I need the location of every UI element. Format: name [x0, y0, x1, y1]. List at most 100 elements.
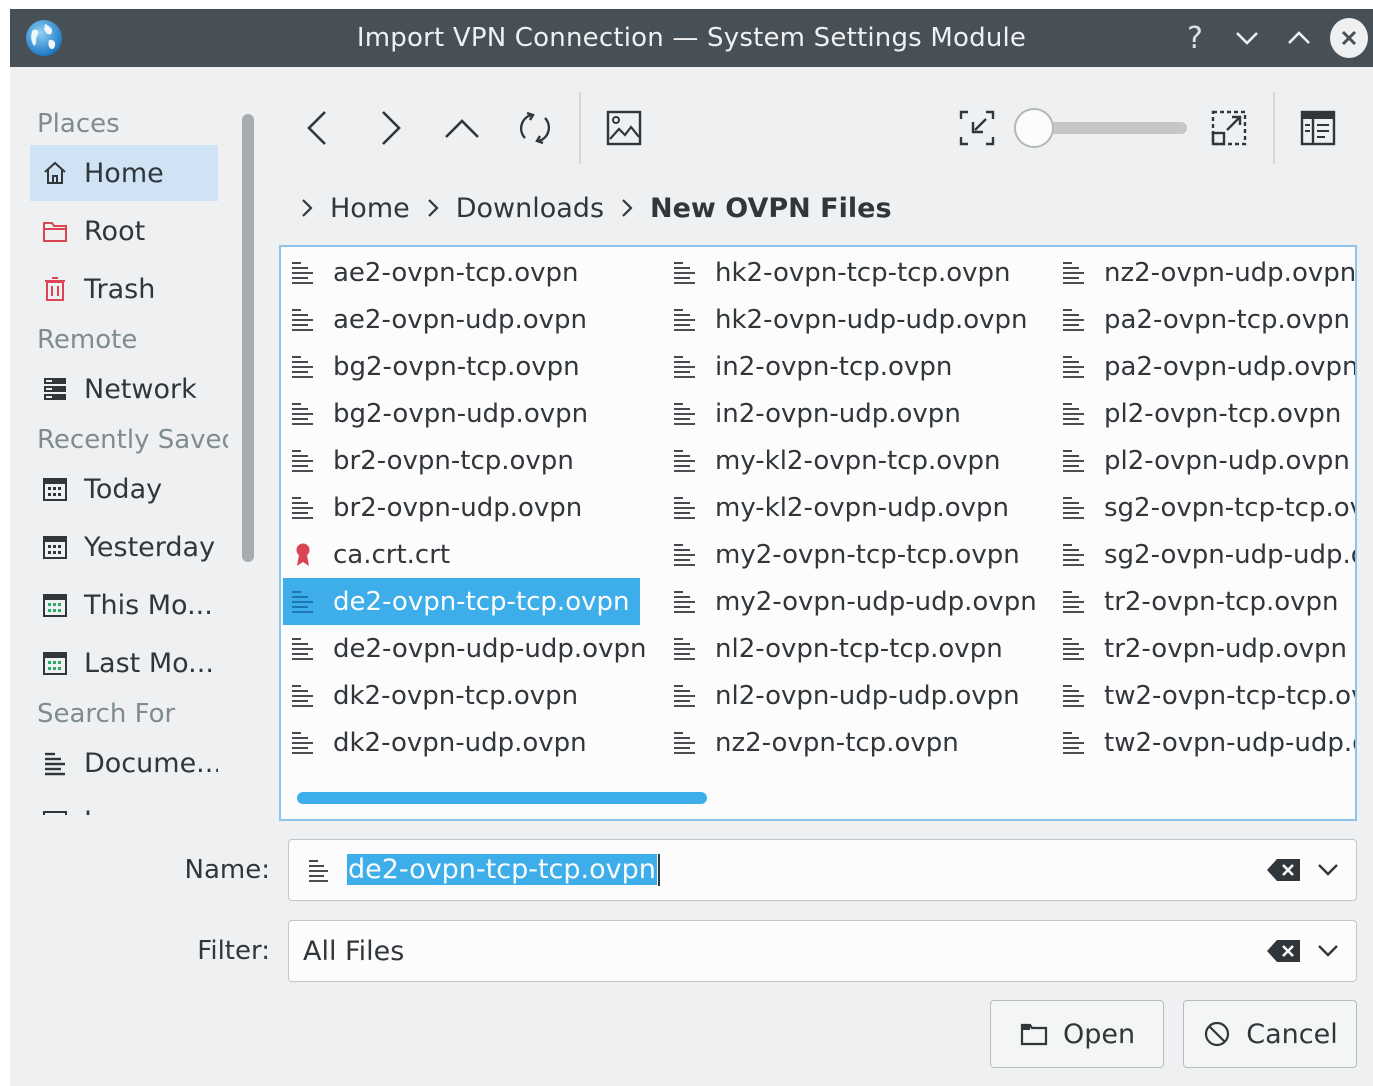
breadcrumb-current[interactable]: New OVPN Files — [650, 193, 892, 224]
file-item[interactable]: nz2-ovpn-udp.ovpn — [1054, 249, 1355, 296]
places-item-network[interactable]: Network — [30, 361, 218, 417]
remote-heading: Remote — [37, 325, 138, 355]
file-item[interactable]: ae2-ovpn-tcp.ovpn — [283, 249, 579, 296]
close-icon[interactable] — [1330, 18, 1368, 58]
file-item[interactable]: pa2-ovpn-udp.ovpn — [1054, 343, 1357, 390]
certificate-icon — [289, 541, 317, 569]
file-item[interactable]: pa2-ovpn-tcp.ovpn — [1054, 296, 1350, 343]
file-item[interactable]: tr2-ovpn-udp.ovpn — [1054, 625, 1347, 672]
file-item[interactable]: in2-ovpn-tcp.ovpn — [665, 343, 952, 390]
file-item[interactable]: my2-ovpn-tcp-tcp.ovpn — [665, 531, 1020, 578]
places-item-root[interactable]: Root — [30, 203, 218, 259]
chevron-right-icon[interactable] — [420, 197, 446, 219]
file-item[interactable]: bg2-ovpn-tcp.ovpn — [283, 343, 580, 390]
file-item[interactable]: my2-ovpn-udp-udp.ovpn — [665, 578, 1037, 625]
places-item-label: Network — [84, 373, 197, 405]
file-item[interactable]: in2-ovpn-udp.ovpn — [665, 390, 961, 437]
file-item[interactable]: dk2-ovpn-udp.ovpn — [283, 719, 587, 766]
text-file-icon — [671, 447, 699, 475]
file-item[interactable]: br2-ovpn-tcp.ovpn — [283, 437, 574, 484]
file-item[interactable]: nl2-ovpn-udp-udp.ovpn — [665, 672, 1020, 719]
chevron-right-icon[interactable] — [294, 197, 320, 219]
places-item-today[interactable]: Today — [30, 461, 218, 517]
file-item[interactable]: ca.crt.crt — [283, 531, 450, 578]
filter-combobox[interactable]: All Files — [288, 920, 1357, 982]
cancel-button[interactable]: Cancel — [1183, 1000, 1357, 1068]
places-item-label: Yesterday — [84, 531, 216, 563]
clear-icon[interactable] — [1264, 936, 1304, 966]
file-item[interactable]: sg2-ovpn-udp-udp.ovpn — [1054, 531, 1355, 578]
file-item[interactable]: my-kl2-ovpn-udp.ovpn — [665, 484, 1009, 531]
zoom-out-icon[interactable] — [947, 98, 1007, 158]
chevron-down-icon[interactable] — [1308, 936, 1348, 966]
file-name: my2-ovpn-udp-udp.ovpn — [715, 586, 1037, 617]
breadcrumb-downloads[interactable]: Downloads — [456, 193, 604, 224]
text-file-icon — [289, 682, 317, 710]
text-file-icon — [289, 494, 317, 522]
places-item-label: Docume... — [84, 747, 218, 779]
file-item[interactable]: nl2-ovpn-tcp-tcp.ovpn — [665, 625, 1003, 672]
file-name: my-kl2-ovpn-tcp.ovpn — [715, 445, 1001, 476]
places-item-last-month[interactable]: Last Mo... — [30, 635, 218, 691]
places-item-trash[interactable]: Trash — [30, 261, 218, 317]
places-item-documents[interactable]: Docume... — [30, 735, 218, 791]
file-item[interactable]: sg2-ovpn-tcp-tcp.ovpn — [1054, 484, 1355, 531]
minimize-icon[interactable] — [1228, 19, 1266, 57]
zoom-in-icon[interactable] — [1199, 98, 1259, 158]
file-item[interactable]: pl2-ovpn-udp.ovpn — [1054, 437, 1350, 484]
file-item[interactable]: hk2-ovpn-tcp-tcp.ovpn — [665, 249, 1011, 296]
file-list-view[interactable]: ae2-ovpn-tcp.ovpn ae2-ovpn-udp.ovpn bg2-ov… — [279, 245, 1357, 821]
calendar-icon — [40, 474, 70, 504]
breadcrumb-home[interactable]: Home — [330, 193, 410, 224]
back-icon[interactable] — [288, 98, 348, 158]
file-item[interactable]: de2-ovpn-udp-udp.ovpn — [283, 625, 646, 672]
panel-icon[interactable] — [1288, 98, 1348, 158]
up-icon[interactable] — [432, 98, 492, 158]
clear-icon[interactable] — [1264, 855, 1304, 885]
text-file-icon — [289, 447, 317, 475]
places-item-home[interactable]: Home — [30, 145, 218, 201]
reload-icon[interactable] — [505, 98, 565, 158]
toolbar-separator — [579, 92, 581, 164]
file-name: hk2-ovpn-udp-udp.ovpn — [715, 304, 1028, 335]
zoom-slider-track[interactable] — [1032, 122, 1187, 134]
places-item-this-month[interactable]: This Mo... — [30, 577, 218, 633]
zoom-slider-handle[interactable] — [1014, 108, 1054, 148]
preview-icon[interactable] — [594, 98, 654, 158]
places-item-images[interactable]: Images — [30, 793, 218, 815]
text-file-icon — [1060, 353, 1088, 381]
file-item[interactable]: nz2-ovpn-tcp.ovpn — [665, 719, 959, 766]
file-item[interactable]: ae2-ovpn-udp.ovpn — [283, 296, 587, 343]
help-icon[interactable]: ? — [1176, 19, 1214, 57]
horizontal-scrollbar[interactable] — [297, 792, 707, 804]
chevron-down-icon[interactable] — [1308, 855, 1348, 885]
forward-icon[interactable] — [360, 98, 420, 158]
text-file-icon — [671, 588, 699, 616]
file-item[interactable]: my-kl2-ovpn-tcp.ovpn — [665, 437, 1001, 484]
file-name: tr2-ovpn-tcp.ovpn — [1104, 586, 1339, 617]
places-heading: Places — [37, 109, 120, 139]
file-item[interactable]: bg2-ovpn-udp.ovpn — [283, 390, 588, 437]
maximize-icon[interactable] — [1280, 19, 1318, 57]
file-item[interactable]: hk2-ovpn-udp-udp.ovpn — [665, 296, 1028, 343]
file-item[interactable]: pl2-ovpn-tcp.ovpn — [1054, 390, 1341, 437]
file-name: sg2-ovpn-tcp-tcp.ovpn — [1104, 492, 1355, 523]
file-item[interactable]: tw2-ovpn-tcp-tcp.ovpn — [1054, 672, 1355, 719]
file-item[interactable]: tr2-ovpn-tcp.ovpn — [1054, 578, 1338, 625]
file-name: pa2-ovpn-udp.ovpn — [1104, 351, 1357, 382]
text-file-icon — [289, 353, 317, 381]
chevron-right-icon[interactable] — [614, 197, 640, 219]
file-name: nl2-ovpn-udp-udp.ovpn — [715, 680, 1020, 711]
file-item[interactable]: tw2-ovpn-udp-udp.ovpn — [1054, 719, 1355, 766]
calendar-green-icon — [40, 648, 70, 678]
file-item[interactable]: de2-ovpn-tcp-tcp.ovpn — [283, 578, 640, 625]
open-button[interactable]: Open — [990, 1000, 1164, 1068]
name-field[interactable]: de2-ovpn-tcp-tcp.ovpn — [288, 839, 1357, 901]
file-item[interactable]: br2-ovpn-udp.ovpn — [283, 484, 582, 531]
file-item[interactable]: dk2-ovpn-tcp.ovpn — [283, 672, 578, 719]
name-input[interactable]: de2-ovpn-tcp-tcp.ovpn — [347, 853, 1264, 887]
title-bar[interactable]: Import VPN Connection — System Settings … — [10, 9, 1373, 67]
calendar-green-icon — [40, 590, 70, 620]
places-item-yesterday[interactable]: Yesterday — [30, 519, 218, 575]
places-scrollbar[interactable] — [242, 114, 254, 562]
